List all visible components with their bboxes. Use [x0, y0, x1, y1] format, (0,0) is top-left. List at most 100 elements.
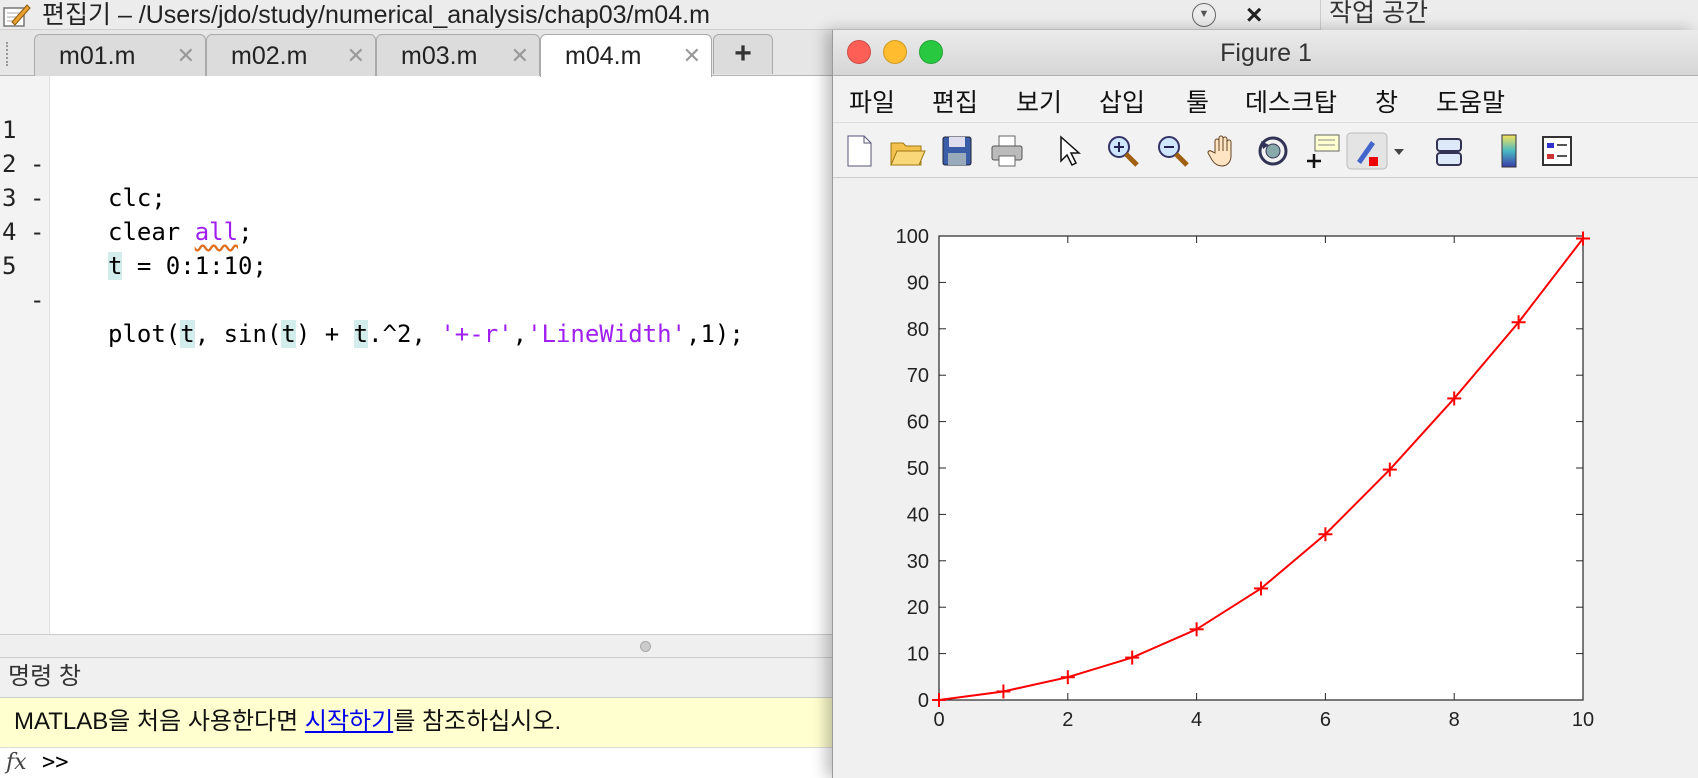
- close-icon[interactable]: ✕: [177, 43, 195, 69]
- code-text: .^2,: [368, 320, 441, 348]
- code-text: , sin(: [194, 320, 282, 348]
- link-plot-icon[interactable]: [1429, 131, 1469, 171]
- print-icon[interactable]: [987, 131, 1027, 171]
- code-text: ) +: [295, 320, 354, 348]
- figure-title-bar: Figure 1: [833, 30, 1698, 76]
- grip-handle[interactable]: [6, 42, 9, 66]
- plot-area: [938, 235, 1584, 701]
- zoom-out-icon[interactable]: [1153, 131, 1193, 171]
- close-icon[interactable]: ✕: [511, 43, 529, 69]
- variable-highlight: t: [108, 252, 123, 280]
- pointer-icon[interactable]: [1047, 131, 1087, 171]
- command-prompt-row[interactable]: fx >>: [0, 748, 832, 778]
- menu-window[interactable]: 창: [1375, 83, 1398, 119]
- line-chart[interactable]: 0 2 4 6 8 100102030405060708090100: [833, 178, 1698, 778]
- y-tick-label: 40: [907, 504, 929, 526]
- splitter-knob[interactable]: [640, 641, 651, 652]
- command-window-title: 명령 창: [0, 658, 832, 698]
- menu-insert[interactable]: 삽입: [1099, 83, 1145, 119]
- zoom-in-icon[interactable]: [1103, 131, 1143, 171]
- y-tick-label: 0: [918, 690, 929, 712]
- tab-label: m03.m: [401, 42, 478, 70]
- editor-title: 편집기 – /Users/jdo/study/numerical_analysi…: [42, 1, 710, 29]
- x-tick-label: 0: [933, 709, 944, 731]
- tab-label: m01.m: [59, 42, 136, 70]
- tab-m01[interactable]: m01.m ✕: [34, 34, 206, 76]
- command-prompt: >>: [42, 750, 69, 775]
- screen: 편집기 – /Users/jdo/study/numerical_analysi…: [0, 0, 1698, 778]
- tab-label: m04.m: [565, 42, 642, 70]
- figure-title: Figure 1: [1220, 39, 1312, 67]
- string-token: 'LineWidth': [527, 320, 687, 348]
- y-tick-label: 70: [907, 365, 929, 387]
- pencil-icon: [3, 4, 31, 27]
- figure-canvas[interactable]: 0 2 4 6 8 10 0 10 20 30 40 50 60 70 80 90 100: [833, 178, 1698, 778]
- code-text: ,: [512, 320, 528, 348]
- code-line[interactable]: 4: [0, 181, 832, 246]
- brush-dropdown-icon[interactable]: [1389, 131, 1409, 171]
- figure-toolbar: [833, 122, 1698, 178]
- y-tick-label: 100: [896, 226, 929, 248]
- tab-label: m02.m: [231, 42, 308, 70]
- close-icon[interactable]: ×: [1246, 0, 1262, 30]
- notice-text: 를 참조하십시오.: [393, 708, 562, 735]
- chevron-down-icon[interactable]: ▼: [1192, 3, 1216, 27]
- colorbar-icon[interactable]: [1489, 131, 1529, 171]
- tab-m04[interactable]: m04.m ✕: [540, 34, 712, 77]
- y-tick-label: 60: [907, 412, 929, 434]
- figure-window: Figure 1 파일 편집 보기 삽입 툴 데스크탑 창 도움말 0 2 4 …: [832, 30, 1698, 778]
- workspace-panel-title: 작업 공간: [1320, 0, 1698, 30]
- x-tick-label: 2: [1062, 709, 1073, 731]
- close-icon[interactable]: ✕: [683, 43, 701, 69]
- legend-icon[interactable]: [1537, 131, 1577, 171]
- new-file-icon[interactable]: [839, 131, 879, 171]
- getting-started-link[interactable]: 시작하기: [305, 708, 393, 735]
- code-line[interactable]: 3 - t = 0:1:10;: [0, 147, 832, 280]
- notice-text: MATLAB을 처음 사용한다면: [14, 708, 305, 735]
- rotate-3d-icon[interactable]: [1253, 131, 1293, 171]
- y-tick-label: 10: [907, 644, 929, 666]
- menu-help[interactable]: 도움말: [1436, 83, 1505, 119]
- editor-title-bar: 편집기 – /Users/jdo/study/numerical_analysi…: [0, 0, 1320, 30]
- brush-icon[interactable]: [1345, 131, 1389, 171]
- add-tab-button[interactable]: +: [713, 34, 773, 74]
- y-tick-label: 20: [907, 597, 929, 619]
- x-tick-label: 10: [1572, 709, 1594, 731]
- save-icon[interactable]: [937, 131, 977, 171]
- x-tick-label: 6: [1320, 709, 1331, 731]
- variable-highlight: t: [281, 320, 296, 348]
- code-text: ,1);: [686, 320, 744, 348]
- breakpoint-marker[interactable]: -: [30, 283, 44, 317]
- y-tick-label: 80: [907, 319, 929, 341]
- editor-tab-bar: m01.m ✕ m02.m ✕ m03.m ✕ m04.m ✕ +: [0, 30, 832, 77]
- figure-menu-bar: 파일 편집 보기 삽입 툴 데스크탑 창 도움말: [833, 76, 1698, 122]
- y-tick-label: 50: [907, 458, 929, 480]
- menu-tools[interactable]: 툴: [1186, 83, 1209, 119]
- string-token: '+-r': [440, 320, 513, 348]
- code-text: plot(: [108, 320, 181, 348]
- pan-hand-icon[interactable]: [1203, 131, 1243, 171]
- data-cursor-icon[interactable]: [1303, 131, 1343, 171]
- y-tick-label: 90: [907, 272, 929, 294]
- code-line[interactable]: 2 - clear all;: [0, 113, 832, 246]
- code-line[interactable]: 5 - plot(t, sin(t) + t.^2, '+-r','LineWi…: [0, 215, 832, 348]
- menu-file[interactable]: 파일: [849, 83, 895, 119]
- menu-view[interactable]: 보기: [1016, 83, 1062, 119]
- open-folder-icon[interactable]: [887, 131, 927, 171]
- menu-edit[interactable]: 편집: [932, 83, 978, 119]
- close-icon[interactable]: ✕: [347, 43, 365, 69]
- code-text: = 0:1:10;: [122, 252, 267, 280]
- x-tick-label: 8: [1449, 709, 1460, 731]
- x-tick-label: 4: [1191, 709, 1202, 731]
- variable-highlight: t: [353, 320, 369, 348]
- code-line[interactable]: 1 - clc;: [0, 79, 832, 212]
- menu-desktop[interactable]: 데스크탑: [1245, 83, 1337, 119]
- function-browser-icon[interactable]: fx: [6, 750, 27, 775]
- tab-m02[interactable]: m02.m ✕: [206, 34, 376, 76]
- line-number: 5: [2, 252, 17, 280]
- variable-highlight: t: [180, 320, 195, 348]
- y-tick-label: 30: [907, 551, 929, 573]
- panel-splitter[interactable]: [0, 634, 832, 658]
- getting-started-notice: MATLAB을 처음 사용한다면 시작하기를 참조하십시오.: [0, 698, 832, 748]
- tab-m03[interactable]: m03.m ✕: [376, 34, 540, 76]
